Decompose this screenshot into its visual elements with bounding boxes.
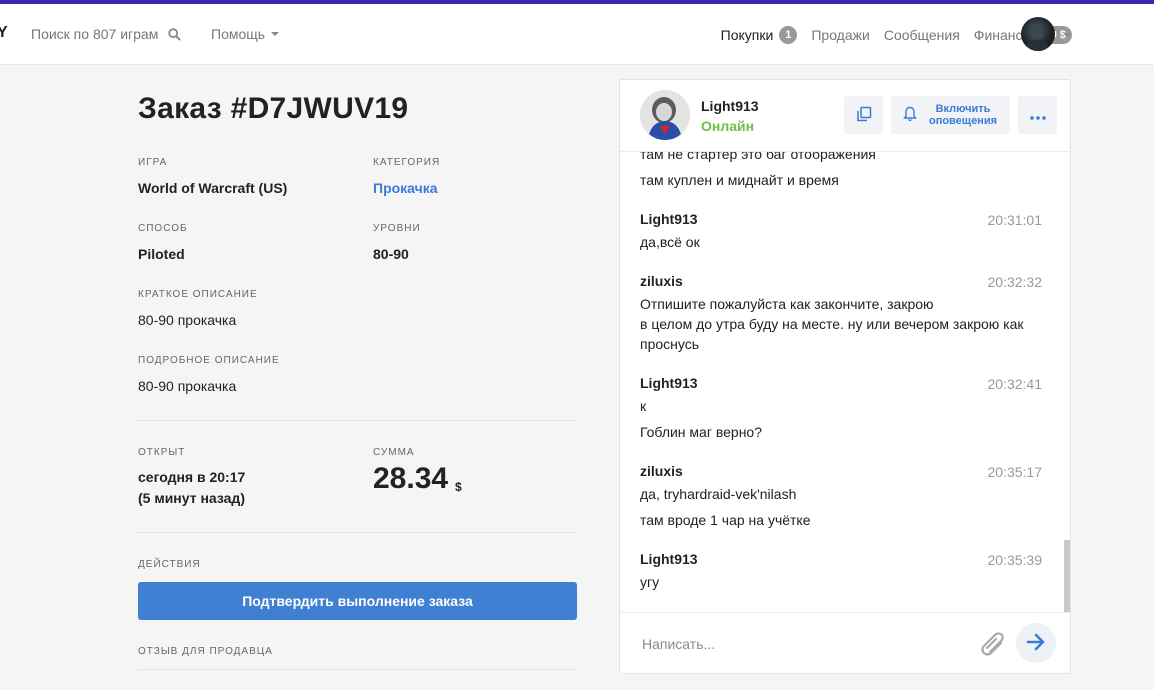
message-input[interactable] xyxy=(640,631,944,657)
chat-composer xyxy=(620,612,1070,673)
bell-icon xyxy=(903,106,917,125)
opened-date: сегодня в 20:17 xyxy=(138,469,246,485)
chat-panel: Light913 Онлайн Включить оповещения там … xyxy=(619,79,1071,674)
message-text: Отпишите пожалуйста как закончите, закро… xyxy=(640,296,934,312)
help-label: Помощь xyxy=(211,26,266,42)
chat-user-avatar[interactable] xyxy=(640,90,690,140)
opened-relative: (5 минут назад) xyxy=(138,490,245,506)
chat-header: Light913 Онлайн Включить оповещения xyxy=(620,80,1070,152)
confirm-order-button[interactable]: Подтвердить выполнение заказа xyxy=(138,582,577,620)
nav-purchases-label: Покупки xyxy=(720,27,774,43)
message-text: Гоблин маг верно? xyxy=(640,424,762,440)
help-menu[interactable]: Помощь xyxy=(211,26,280,42)
message-time: 20:35:17 xyxy=(987,464,1043,480)
send-arrow-icon xyxy=(1026,633,1046,654)
message-text: там куплен и миднайт и время xyxy=(640,172,839,188)
levels-label: УРОВНИ xyxy=(373,223,421,234)
message-text: угу xyxy=(640,574,660,590)
message-text: да,всё ок xyxy=(640,234,700,250)
search-icon[interactable] xyxy=(168,27,182,41)
copy-button[interactable] xyxy=(844,96,883,134)
game-label: ИГРА xyxy=(138,157,168,168)
levels-value: 80-90 xyxy=(373,246,409,262)
more-options-button[interactable] xyxy=(1018,96,1057,134)
opened-label: ОТКРЫТ xyxy=(138,447,186,458)
message-text: в целом до утра буду на месте. ну или ве… xyxy=(640,316,1024,332)
chat-scrollbar-thumb[interactable] xyxy=(1064,540,1070,612)
caret-down-icon[interactable] xyxy=(1063,33,1071,37)
order-title: Заказ #D7JWUV19 xyxy=(138,92,409,125)
message-time: 20:32:41 xyxy=(987,376,1043,392)
copy-icon xyxy=(856,106,872,125)
paperclip-icon[interactable] xyxy=(974,627,1004,659)
divider xyxy=(138,532,577,533)
actions-label: ДЕЙСТВИЯ xyxy=(138,559,201,570)
game-value: World of Warcraft (US) xyxy=(138,180,288,196)
method-label: СПОСОБ xyxy=(138,223,188,234)
message-text: к xyxy=(640,398,647,414)
message-text: да, tryhardraid-vek'nilash xyxy=(640,486,797,502)
nav-sales[interactable]: Продажи xyxy=(811,27,869,43)
site-logo-fragment[interactable]: Y xyxy=(0,24,8,42)
message-time: 20:31:01 xyxy=(987,212,1043,228)
game-search[interactable]: Поиск по 807 играм xyxy=(31,26,182,42)
user-avatar[interactable] xyxy=(1021,17,1055,51)
message-author[interactable]: Light913 xyxy=(640,211,698,227)
online-status: Онлайн xyxy=(701,118,755,134)
order-amount: 28.34 xyxy=(373,462,449,495)
divider xyxy=(138,420,577,421)
short-description-value: 80-90 прокачка xyxy=(138,312,237,328)
divider xyxy=(138,669,577,670)
top-navbar: Y Поиск по 807 играм Помощь Покупки 1 Пр… xyxy=(0,4,1154,65)
full-description-label: ПОДРОБНОЕ ОПИСАНИЕ xyxy=(138,355,280,366)
caret-down-icon xyxy=(271,32,280,36)
more-dots-icon xyxy=(1029,108,1046,123)
method-value: Piloted xyxy=(138,246,185,262)
message-text: там не стартер это баг отображения xyxy=(640,152,876,162)
enable-notifications-button[interactable]: Включить оповещения xyxy=(891,96,1010,134)
purchases-count-badge: 1 xyxy=(779,26,798,44)
user-nav: Покупки 1 Продажи Сообщения Финансы 10 $ xyxy=(721,17,1072,53)
send-button[interactable] xyxy=(1016,623,1056,663)
chat-user-name[interactable]: Light913 xyxy=(701,98,759,114)
message-author[interactable]: Light913 xyxy=(640,375,698,391)
full-description-value: 80-90 прокачка xyxy=(138,378,237,394)
search-placeholder[interactable]: Поиск по 807 играм xyxy=(31,26,158,42)
message-time: 20:35:39 xyxy=(987,552,1043,568)
message-author[interactable]: Light913 xyxy=(640,551,698,567)
sum-label: СУММА xyxy=(373,447,415,458)
short-description-label: КРАТКОЕ ОПИСАНИЕ xyxy=(138,289,258,300)
category-label: КАТЕГОРИЯ xyxy=(373,157,441,168)
nav-purchases[interactable]: Покупки 1 xyxy=(721,26,798,44)
nav-messages-label: Сообщения xyxy=(883,27,960,43)
message-text: там вроде 1 чар на учётке xyxy=(640,512,811,528)
enable-notifications-label: Включить оповещения xyxy=(928,103,998,127)
message-author[interactable]: ziluxis xyxy=(640,463,683,479)
order-currency: $ xyxy=(455,480,462,494)
message-time: 20:32:32 xyxy=(987,274,1043,290)
message-list[interactable]: там не стартер это баг отображения там к… xyxy=(620,152,1070,612)
seller-review-label: ОТЗЫВ ДЛЯ ПРОДАВЦА xyxy=(138,646,273,657)
message-text: проснусь xyxy=(640,336,700,352)
message-author[interactable]: ziluxis xyxy=(640,273,683,289)
nav-messages[interactable]: Сообщения xyxy=(884,27,960,43)
category-link[interactable]: Прокачка xyxy=(373,180,438,196)
nav-sales-label: Продажи xyxy=(811,27,870,43)
